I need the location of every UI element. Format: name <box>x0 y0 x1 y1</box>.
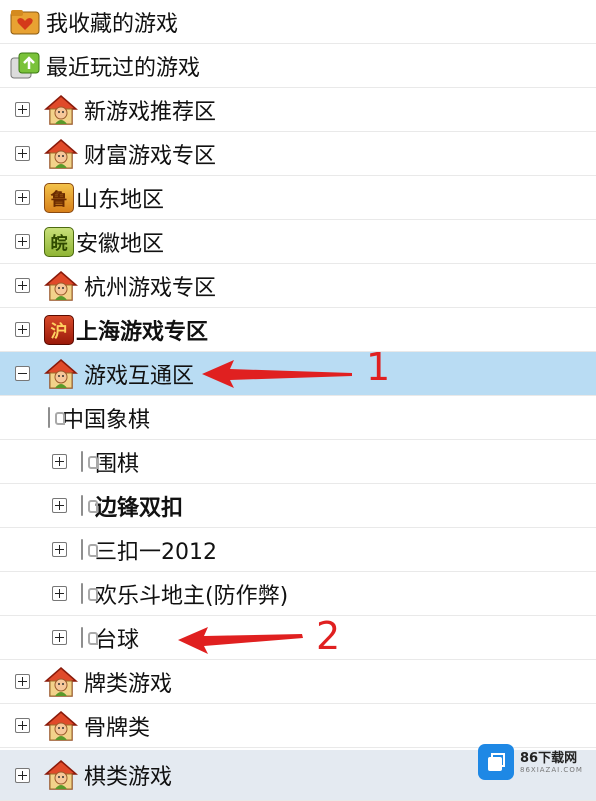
tree-item-label: 棋类游戏 <box>84 765 173 790</box>
tree-item-label: 最近玩过的游戏 <box>46 55 201 81</box>
game-icon <box>81 583 83 604</box>
tree-item-label: 边锋双扣 <box>95 495 184 521</box>
tree-item-label: 杭州游戏专区 <box>84 275 217 301</box>
tree-item-label: 新游戏推荐区 <box>84 99 217 125</box>
game-icon <box>81 539 83 560</box>
game-icon <box>48 407 50 428</box>
annotation-arrow-2 <box>178 627 303 654</box>
expand-icon[interactable] <box>52 542 67 557</box>
tree-item-shandong[interactable]: 鲁 山东地区 <box>0 176 596 220</box>
watermark-url: 86XIAZAI.COM <box>520 765 583 774</box>
tree-item-new-games[interactable]: 新游戏推荐区 <box>0 88 596 132</box>
house-icon <box>44 358 78 390</box>
tree-item-label: 中国象棋 <box>62 407 151 433</box>
expand-icon[interactable] <box>52 586 67 601</box>
expand-icon[interactable] <box>15 146 30 161</box>
tree-child-doudizhu[interactable]: 欢乐斗地主(防作弊) <box>0 572 596 616</box>
tree-child-sankouyi[interactable]: 三扣一2012 <box>0 528 596 572</box>
tree-item-label: 台球 <box>95 627 140 653</box>
game-icon <box>81 495 83 516</box>
tree-item-hangzhou[interactable]: 杭州游戏专区 <box>0 264 596 308</box>
house-icon <box>44 138 78 170</box>
house-icon <box>44 759 78 791</box>
expand-icon[interactable] <box>52 454 67 469</box>
expand-icon[interactable] <box>15 278 30 293</box>
house-icon <box>44 270 78 302</box>
tree-item-cards[interactable]: 牌类游戏 <box>0 660 596 704</box>
tree-child-bianfeng[interactable]: 边锋双扣 <box>0 484 596 528</box>
annotation-number-2: 2 <box>316 614 341 658</box>
tree-item-label: 游戏互通区 <box>84 363 195 389</box>
tree-item-label: 山东地区 <box>76 187 165 213</box>
house-icon <box>44 94 78 126</box>
expand-icon[interactable] <box>15 102 30 117</box>
tree-item-dominoes[interactable]: 骨牌类 <box>0 704 596 748</box>
region-badge-icon: 沪 <box>44 314 74 345</box>
watermark: 86下载网 86XIAZAI.COM <box>478 744 583 780</box>
annotation-arrow-1 <box>202 360 352 388</box>
heart-folder-icon <box>10 8 40 36</box>
region-badge-icon: 鲁 <box>44 182 74 213</box>
tree-item-label: 安徽地区 <box>76 231 165 257</box>
recent-games-icon <box>10 52 40 80</box>
expand-icon[interactable] <box>15 767 30 783</box>
tree-item-label: 财富游戏专区 <box>84 143 217 169</box>
expand-icon[interactable] <box>15 322 30 337</box>
tree-item-label: 骨牌类 <box>84 715 151 741</box>
expand-icon[interactable] <box>15 190 30 205</box>
game-icon <box>81 627 83 648</box>
expand-icon[interactable] <box>52 498 67 513</box>
tree-item-label: 我收藏的游戏 <box>46 11 179 37</box>
expand-icon[interactable] <box>15 718 30 733</box>
house-icon <box>44 666 78 698</box>
tree-item-label: 欢乐斗地主(防作弊) <box>95 583 289 609</box>
tree-item-label: 围棋 <box>95 451 140 477</box>
game-icon <box>81 451 83 472</box>
annotation-number-1: 1 <box>366 345 391 389</box>
watermark-name: 86下载网 <box>520 750 578 766</box>
tree-item-label: 上海游戏专区 <box>76 319 209 345</box>
expand-icon[interactable] <box>15 234 30 249</box>
tree-child-go[interactable]: 围棋 <box>0 440 596 484</box>
expand-icon[interactable] <box>15 674 30 689</box>
house-icon <box>44 710 78 742</box>
tree-item-label: 牌类游戏 <box>84 671 173 697</box>
tree-item-shanghai[interactable]: 沪 上海游戏专区 <box>0 308 596 352</box>
expand-icon[interactable] <box>52 630 67 645</box>
tree-item-anhui[interactable]: 皖 安徽地区 <box>0 220 596 264</box>
tree-child-chinese-chess[interactable]: 中国象棋 <box>0 396 596 440</box>
tree-item-wealth[interactable]: 财富游戏专区 <box>0 132 596 176</box>
watermark-logo-icon <box>478 744 514 780</box>
tree-item-recent[interactable]: 最近玩过的游戏 <box>0 44 596 88</box>
tree-item-label: 三扣一2012 <box>95 539 217 565</box>
region-badge-icon: 皖 <box>44 226 74 257</box>
tree-item-favorites[interactable]: 我收藏的游戏 <box>0 0 596 44</box>
collapse-icon[interactable] <box>15 366 30 381</box>
